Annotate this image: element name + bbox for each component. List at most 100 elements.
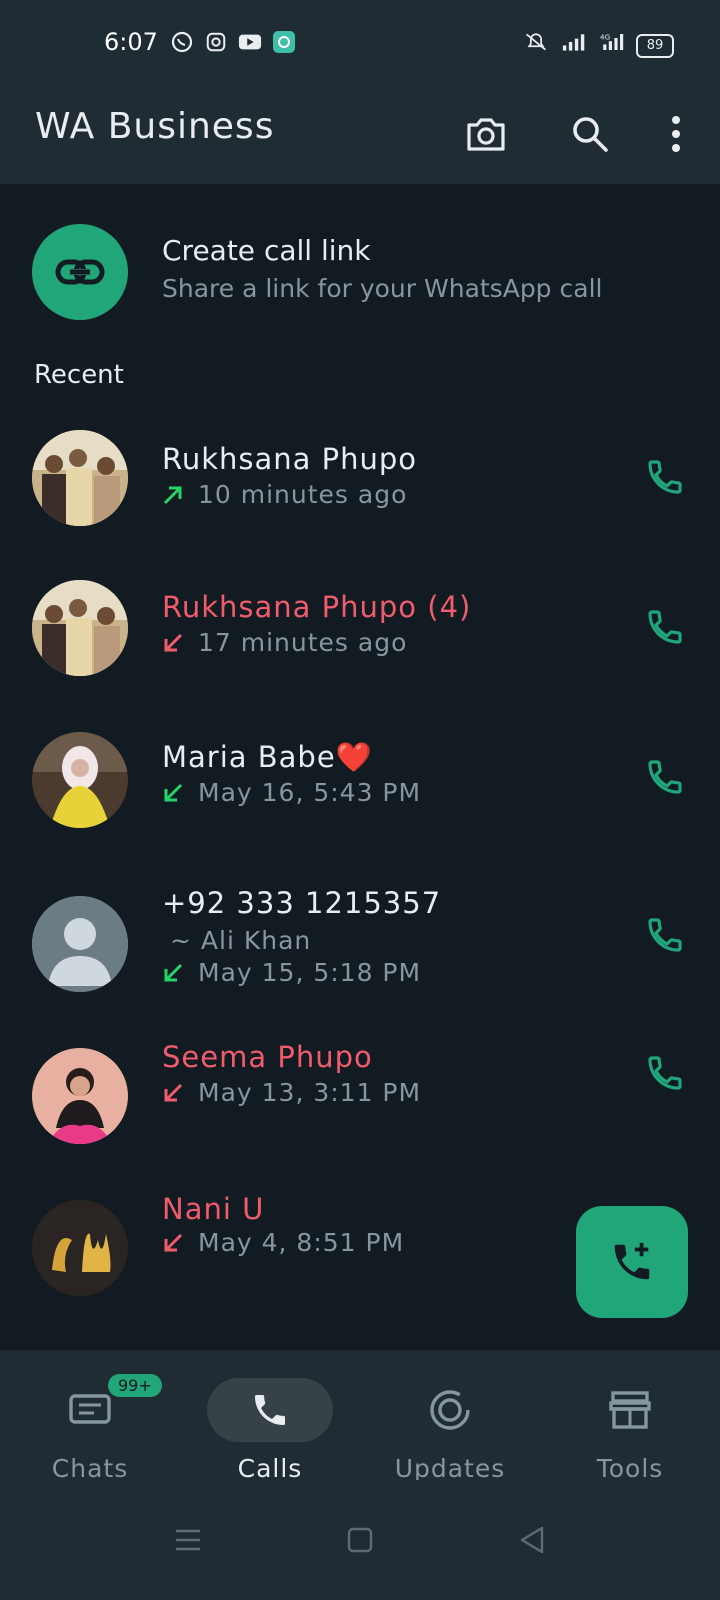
phone-icon	[648, 610, 682, 644]
call-time: May 13, 3:11 PM	[198, 1078, 422, 1107]
signal-icon	[562, 30, 586, 54]
camera-icon	[467, 118, 505, 151]
system-status-icons: 4G	[524, 30, 624, 54]
call-meta: May 13, 3:11 PM	[162, 1078, 421, 1107]
avatar	[32, 430, 128, 526]
tab-label: Updates	[394, 1454, 506, 1483]
missed-incoming-arrow-icon	[164, 1233, 183, 1251]
voice-call-button[interactable]	[640, 752, 690, 802]
contact-name: Rukhsana Phupo	[162, 442, 418, 476]
camera-button[interactable]	[462, 110, 510, 158]
search-icon	[573, 117, 608, 152]
create-call-link-row[interactable]: Create call link Share a link for your W…	[0, 204, 720, 324]
call-meta: May 16, 5:43 PM	[162, 778, 421, 807]
back-triangle-icon	[520, 1526, 544, 1554]
signal-4g-icon: 4G	[600, 30, 624, 54]
tab-updates[interactable]: Updates	[380, 1378, 520, 1483]
chats-icon	[69, 1394, 111, 1424]
app-notification-icon	[272, 30, 296, 54]
tab-chats[interactable]: 99+ Chats	[20, 1374, 162, 1483]
bottom-navigation: 99+ Chats Calls Updates Tools	[0, 1350, 720, 1483]
call-link-subtitle: Share a link for your WhatsApp call	[162, 274, 603, 303]
missed-incoming-arrow-icon	[164, 1083, 183, 1101]
phone-icon	[255, 1395, 285, 1425]
call-link-title: Create call link	[162, 234, 371, 267]
incoming-call-arrow-icon	[164, 963, 183, 981]
tab-tools[interactable]: Tools	[560, 1378, 700, 1483]
notification-icons	[170, 30, 296, 54]
more-vertical-icon	[672, 116, 680, 152]
recent-section-header: Recent	[34, 360, 124, 390]
phone-icon	[648, 1056, 682, 1090]
more-options-button[interactable]	[652, 110, 700, 158]
missed-incoming-arrow-icon	[164, 633, 183, 651]
tab-label: Tools	[596, 1454, 664, 1483]
youtube-icon	[238, 30, 262, 54]
svg-text:4G: 4G	[600, 33, 610, 42]
call-row[interactable]: Rukhsana Phupo (4) 17 minutes ago	[0, 580, 720, 730]
phone-icon	[648, 918, 682, 952]
home-button[interactable]	[340, 1524, 380, 1556]
back-button[interactable]	[512, 1524, 552, 1556]
search-button[interactable]	[566, 110, 614, 158]
voice-call-button[interactable]	[640, 910, 690, 960]
phone-icon	[648, 760, 682, 794]
contact-name: +92 333 1215357	[162, 886, 442, 920]
contact-name: Seema Phupo	[162, 1040, 373, 1074]
menu-icon	[176, 1529, 200, 1551]
avatar	[32, 1048, 128, 1144]
call-time: May 15, 5:18 PM	[198, 958, 422, 987]
call-row[interactable]: Maria Babe❤️ May 16, 5:43 PM	[0, 732, 720, 882]
battery-indicator: 89	[636, 34, 674, 58]
app-bar: WA Business	[0, 88, 720, 184]
call-row[interactable]: Rukhsana Phupo 10 minutes ago	[0, 430, 720, 580]
unread-badge: 99+	[108, 1374, 162, 1397]
phone-icon	[648, 460, 682, 494]
tools-icon-wrap	[567, 1378, 693, 1442]
call-row[interactable]: +92 333 1215357 ~ Ali Khan May 15, 5:18 …	[0, 882, 720, 1022]
store-icon	[609, 1391, 651, 1429]
call-time: 17 minutes ago	[198, 628, 408, 657]
instagram-icon	[204, 30, 228, 54]
call-time: May 16, 5:43 PM	[198, 778, 422, 807]
status-bar: 6:07 4G 89	[0, 0, 720, 88]
contact-name: Nani U	[162, 1192, 265, 1226]
link-avatar	[32, 224, 128, 320]
avatar	[32, 1200, 128, 1296]
status-time: 6:07	[104, 28, 158, 56]
recents-button[interactable]	[168, 1524, 208, 1556]
default-avatar-icon	[32, 896, 128, 992]
updates-icon-wrap	[387, 1378, 513, 1442]
app-title: WA Business	[35, 106, 275, 147]
call-time: 10 minutes ago	[198, 480, 408, 509]
voice-call-button[interactable]	[640, 602, 690, 652]
avatar	[32, 896, 128, 992]
call-meta: May 4, 8:51 PM	[162, 1228, 404, 1257]
new-call-fab[interactable]	[576, 1206, 688, 1318]
call-row[interactable]: Seema Phupo May 13, 3:11 PM	[0, 1040, 720, 1198]
tab-label: Chats	[51, 1454, 129, 1483]
outgoing-call-arrow-icon	[163, 486, 182, 504]
call-meta: 10 minutes ago	[162, 480, 407, 509]
mute-icon	[524, 30, 548, 54]
tab-calls[interactable]: Calls	[200, 1378, 340, 1483]
home-square-icon	[347, 1527, 373, 1553]
whatsapp-icon	[170, 30, 194, 54]
calls-icon-wrap	[207, 1378, 333, 1442]
add-call-icon	[614, 1242, 650, 1280]
incoming-call-arrow-icon	[164, 783, 183, 801]
avatar	[32, 580, 128, 676]
link-icon	[55, 259, 105, 285]
call-meta: 17 minutes ago	[162, 628, 407, 657]
tab-label: Calls	[237, 1454, 303, 1483]
contact-pushname: ~ Ali Khan	[170, 926, 312, 955]
voice-call-button[interactable]	[640, 452, 690, 502]
call-time: May 4, 8:51 PM	[198, 1228, 405, 1257]
system-navigation-bar	[0, 1480, 720, 1600]
contact-name: Rukhsana Phupo (4)	[162, 590, 472, 624]
avatar	[32, 732, 128, 828]
voice-call-button[interactable]	[640, 1048, 690, 1098]
contact-name: Maria Babe❤️	[162, 740, 373, 774]
updates-icon	[430, 1390, 470, 1430]
call-meta: May 15, 5:18 PM	[162, 958, 421, 987]
